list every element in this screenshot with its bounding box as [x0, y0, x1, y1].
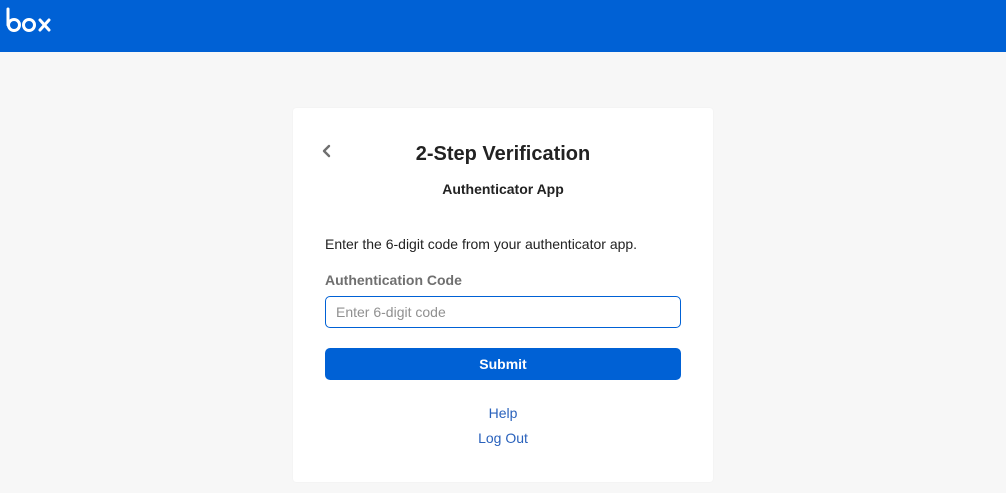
instructions-text: Enter the 6-digit code from your authent… — [325, 236, 638, 252]
page-subtitle: Authenticator App — [442, 181, 564, 197]
authentication-code-input[interactable] — [325, 296, 681, 328]
log-out-link[interactable]: Log Out — [293, 430, 713, 446]
box-logo[interactable] — [5, 5, 53, 35]
top-bar — [0, 0, 1006, 52]
submit-button[interactable]: Submit — [325, 348, 681, 380]
page-title: 2-Step Verification — [415, 143, 591, 165]
authentication-code-label: Authentication Code — [325, 272, 462, 288]
verification-card: 2-Step Verification Authenticator App En… — [293, 108, 713, 482]
help-link[interactable]: Help — [293, 405, 713, 421]
